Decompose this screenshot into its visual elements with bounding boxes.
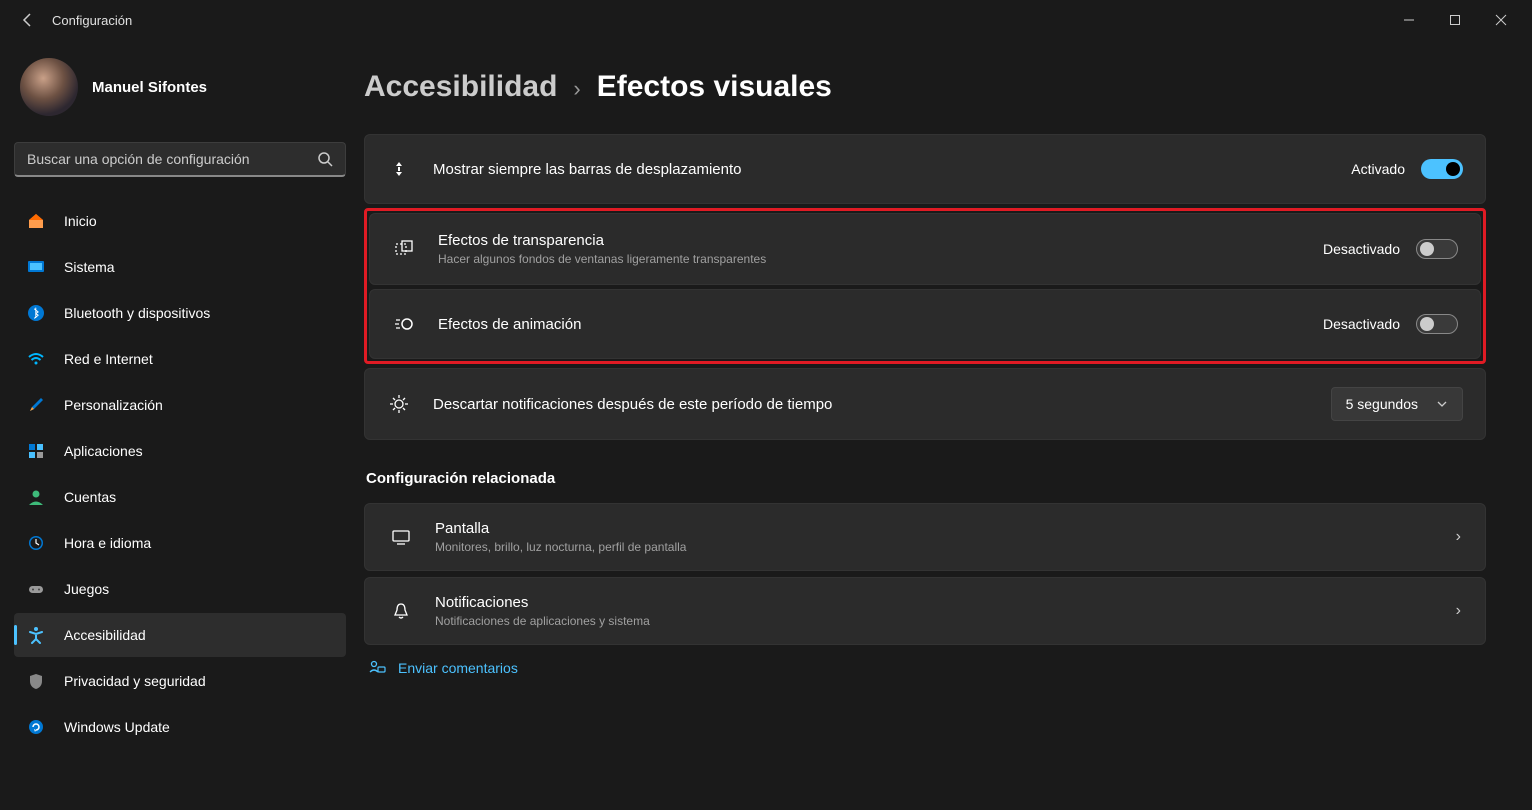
apps-icon (26, 441, 46, 461)
chevron-right-icon: › (1456, 602, 1461, 620)
link-description: Monitores, brillo, luz nocturna, perfil … (435, 540, 1456, 554)
toggle-state-label: Desactivado (1323, 316, 1400, 332)
back-button[interactable] (8, 0, 48, 40)
sidebar-item-label: Aplicaciones (64, 443, 143, 459)
setting-title: Efectos de animación (438, 316, 1323, 333)
brightness-icon (387, 392, 411, 416)
sidebar-item-label: Privacidad y seguridad (64, 673, 206, 689)
titlebar: Configuración (0, 0, 1532, 40)
highlighted-settings-group: Efectos de transparencia Hacer algunos f… (364, 208, 1486, 364)
link-title: Notificaciones (435, 594, 1456, 611)
setting-scrollbars: Mostrar siempre las barras de desplazami… (364, 134, 1486, 204)
sidebar-item-label: Personalización (64, 397, 163, 413)
sidebar-item-system[interactable]: Sistema (14, 245, 346, 289)
update-icon (26, 717, 46, 737)
sidebar-item-network[interactable]: Red e Internet (14, 337, 346, 381)
setting-description: Hacer algunos fondos de ventanas ligeram… (438, 252, 1323, 266)
sidebar-item-label: Juegos (64, 581, 109, 597)
sidebar-item-privacy[interactable]: Privacidad y seguridad (14, 659, 346, 703)
profile-name: Manuel Sifontes (92, 79, 207, 96)
maximize-icon (1449, 14, 1461, 26)
sidebar-item-accounts[interactable]: Cuentas (14, 475, 346, 519)
setting-notifications-timeout: Descartar notificaciones después de este… (364, 368, 1486, 440)
sidebar-item-label: Inicio (64, 213, 97, 229)
paintbrush-icon (26, 395, 46, 415)
sidebar-item-update[interactable]: Windows Update (14, 705, 346, 749)
arrow-left-icon (20, 12, 36, 28)
profile-block[interactable]: Manuel Sifontes (14, 52, 346, 122)
animation-icon (392, 312, 416, 336)
chevron-down-icon (1436, 398, 1448, 410)
toggle-state-label: Desactivado (1323, 241, 1400, 257)
feedback-icon (368, 659, 386, 677)
sidebar-item-bluetooth[interactable]: Bluetooth y dispositivos (14, 291, 346, 335)
gamepad-icon (26, 579, 46, 599)
chevron-right-icon: › (573, 76, 580, 102)
sidebar-item-label: Hora e idioma (64, 535, 151, 551)
timeout-dropdown[interactable]: 5 segundos (1331, 387, 1463, 421)
search-box[interactable] (14, 142, 346, 177)
sidebar-item-label: Windows Update (64, 719, 170, 735)
bell-icon (389, 599, 413, 623)
related-heading: Configuración relacionada (366, 470, 1486, 487)
bluetooth-icon (26, 303, 46, 323)
minimize-button[interactable] (1386, 0, 1432, 40)
sidebar-item-label: Accesibilidad (64, 627, 146, 643)
animation-toggle[interactable] (1416, 314, 1458, 334)
main-content: Accesibilidad › Efectos visuales Mostrar… (360, 40, 1532, 810)
sidebar-item-home[interactable]: Inicio (14, 199, 346, 243)
scrollbars-toggle[interactable] (1421, 159, 1463, 179)
person-icon (26, 487, 46, 507)
breadcrumb-parent[interactable]: Accesibilidad (364, 70, 557, 104)
close-button[interactable] (1478, 0, 1524, 40)
search-icon (317, 151, 333, 167)
system-icon (26, 257, 46, 277)
setting-title: Mostrar siempre las barras de desplazami… (433, 161, 1351, 178)
sidebar-item-accessibility[interactable]: Accesibilidad (14, 613, 346, 657)
search-input[interactable] (27, 151, 317, 167)
sidebar-item-label: Sistema (64, 259, 115, 275)
breadcrumb: Accesibilidad › Efectos visuales (364, 70, 1486, 104)
sidebar-item-label: Bluetooth y dispositivos (64, 305, 210, 321)
shield-icon (26, 671, 46, 691)
transparency-icon (392, 237, 416, 261)
sidebar-item-apps[interactable]: Aplicaciones (14, 429, 346, 473)
sidebar-item-personalization[interactable]: Personalización (14, 383, 346, 427)
close-icon (1495, 14, 1507, 26)
avatar (20, 58, 78, 116)
sidebar: Manuel Sifontes Inicio Sistema Bluetooth… (0, 40, 360, 810)
page-title: Efectos visuales (597, 70, 832, 104)
setting-transparency: Efectos de transparencia Hacer algunos f… (369, 213, 1481, 285)
wifi-icon (26, 349, 46, 369)
scrollbar-icon (387, 157, 411, 181)
setting-title: Efectos de transparencia (438, 232, 1323, 249)
feedback-row: Enviar comentarios (364, 659, 1486, 677)
feedback-link[interactable]: Enviar comentarios (398, 660, 518, 676)
maximize-button[interactable] (1432, 0, 1478, 40)
transparency-toggle[interactable] (1416, 239, 1458, 259)
accessibility-icon (26, 625, 46, 645)
home-icon (26, 211, 46, 231)
link-description: Notificaciones de aplicaciones y sistema (435, 614, 1456, 628)
link-title: Pantalla (435, 520, 1456, 537)
setting-title: Descartar notificaciones después de este… (433, 396, 1331, 413)
window-controls (1386, 0, 1524, 40)
sidebar-item-label: Cuentas (64, 489, 116, 505)
dropdown-value: 5 segundos (1346, 396, 1418, 412)
display-icon (389, 525, 413, 549)
related-display[interactable]: Pantalla Monitores, brillo, luz nocturna… (364, 503, 1486, 571)
toggle-state-label: Activado (1351, 161, 1405, 177)
sidebar-item-time[interactable]: Hora e idioma (14, 521, 346, 565)
nav-list: Inicio Sistema Bluetooth y dispositivos … (14, 199, 346, 749)
sidebar-item-gaming[interactable]: Juegos (14, 567, 346, 611)
chevron-right-icon: › (1456, 528, 1461, 546)
related-notifications[interactable]: Notificaciones Notificaciones de aplicac… (364, 577, 1486, 645)
minimize-icon (1403, 14, 1415, 26)
clock-icon (26, 533, 46, 553)
setting-animation: Efectos de animación Desactivado (369, 289, 1481, 359)
app-title: Configuración (52, 13, 132, 28)
sidebar-item-label: Red e Internet (64, 351, 153, 367)
